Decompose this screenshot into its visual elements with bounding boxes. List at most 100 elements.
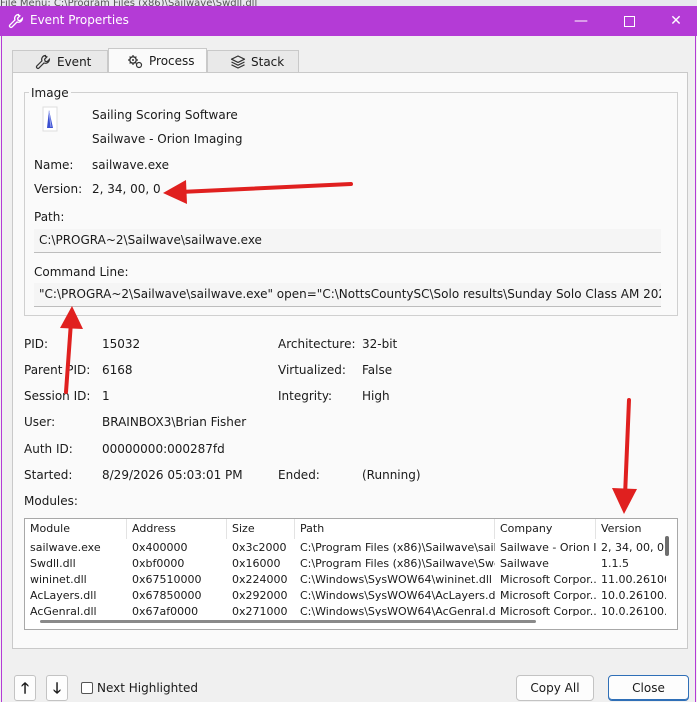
column-header-address[interactable]: Address bbox=[127, 519, 227, 539]
table-row[interactable]: AcLayers.dll 0x67850000 0x292000 C:\Wind… bbox=[25, 588, 677, 604]
cell-module: sailwave.exe bbox=[30, 541, 101, 554]
cell-size: 0x3c2000 bbox=[232, 541, 287, 554]
cell-path: C:\Program Files (x86)\Sailwave\sailw... bbox=[300, 541, 495, 554]
next-highlighted-checkbox[interactable] bbox=[81, 682, 93, 694]
image-group-label: Image bbox=[29, 86, 71, 100]
minimize-icon: — bbox=[574, 13, 588, 29]
session-id-label: Session ID: bbox=[24, 389, 91, 403]
gears-icon bbox=[128, 55, 143, 69]
stack-icon bbox=[230, 55, 246, 69]
cell-module: AcLayers.dll bbox=[30, 589, 97, 602]
cell-address: 0x400000 bbox=[132, 541, 188, 554]
cell-size: 0x224000 bbox=[232, 573, 288, 586]
command-line-field[interactable]: "C:\PROGRA~2\Sailwave\sailwave.exe" open… bbox=[34, 283, 661, 307]
modules-label: Modules: bbox=[24, 494, 78, 508]
ended-label: Ended: bbox=[278, 468, 320, 482]
ended-value: (Running) bbox=[362, 468, 421, 482]
cell-address: 0x67510000 bbox=[132, 573, 202, 586]
architecture-label: Architecture: bbox=[278, 337, 356, 351]
version-label: Version: bbox=[34, 182, 83, 196]
cell-version: 10.0.26100.9... bbox=[601, 605, 666, 616]
next-highlighted-label[interactable]: Next Highlighted bbox=[97, 681, 198, 695]
tab-stack-label: Stack bbox=[251, 55, 285, 69]
next-event-button[interactable]: 🡓 bbox=[46, 675, 68, 701]
wrench-icon bbox=[8, 13, 24, 29]
cell-version: 2, 34, 00, 0 bbox=[601, 541, 664, 554]
tab-process-label: Process bbox=[149, 54, 195, 68]
cell-version: 10.0.26100.9... bbox=[601, 589, 666, 602]
cell-company: Sailwave - Orion I... bbox=[500, 541, 596, 554]
parent-pid-label: Parent PID: bbox=[24, 363, 91, 377]
tab-event-label: Event bbox=[57, 55, 92, 69]
wrench-icon bbox=[35, 54, 51, 69]
maximize-icon bbox=[623, 15, 635, 27]
cell-company: Microsoft Corpor... bbox=[500, 589, 596, 602]
auth-id-label: Auth ID: bbox=[24, 442, 73, 456]
cell-address: 0x67af0000 bbox=[132, 605, 199, 616]
pid-value: 15032 bbox=[102, 337, 141, 351]
started-label: Started: bbox=[24, 468, 73, 482]
tab-event[interactable]: Event bbox=[12, 50, 108, 72]
cell-module: AcGenral.dll bbox=[30, 605, 97, 616]
cell-path: C:\Program Files (x86)\Sailwave\Swdll...… bbox=[300, 557, 495, 570]
close-button[interactable]: Close bbox=[608, 675, 689, 701]
cell-company: Microsoft Corpor... bbox=[500, 573, 596, 586]
started-value: 8/29/2026 05:03:01 PM bbox=[102, 468, 243, 482]
cell-size: 0x292000 bbox=[232, 589, 288, 602]
cell-path: C:\Windows\SysWOW64\wininet.dll bbox=[300, 573, 492, 586]
user-value: BRAINBOX3\Brian Fisher bbox=[102, 415, 247, 429]
cell-version: 1.1.5 bbox=[601, 557, 629, 570]
integrity-value: High bbox=[362, 389, 390, 403]
version-value: 2, 34, 00, 0 bbox=[92, 182, 161, 196]
name-value: sailwave.exe bbox=[92, 158, 170, 172]
command-line-label: Command Line: bbox=[34, 265, 129, 279]
path-field[interactable]: C:\PROGRA~2\Sailwave\sailwave.exe bbox=[34, 229, 661, 253]
cell-module: wininet.dll bbox=[30, 573, 87, 586]
table-row[interactable]: sailwave.exe 0x400000 0x3c2000 C:\Progra… bbox=[25, 540, 677, 556]
parent-pid-value: 6168 bbox=[102, 363, 133, 377]
maximize-button[interactable] bbox=[609, 10, 649, 32]
path-label: Path: bbox=[34, 210, 65, 224]
cell-path: C:\Windows\SysWOW64\AcLayers.dll bbox=[300, 589, 495, 602]
table-row[interactable]: AcGenral.dll 0x67af0000 0x271000 C:\Wind… bbox=[25, 604, 677, 616]
cell-company: Sailwave bbox=[500, 557, 549, 570]
copy-all-button[interactable]: Copy All bbox=[516, 675, 594, 701]
cell-address: 0xbf0000 bbox=[132, 557, 185, 570]
cell-path: C:\Windows\SysWOW64\AcGenral.dll bbox=[300, 605, 495, 616]
close-icon: ✕ bbox=[670, 13, 682, 29]
column-header-company[interactable]: Company bbox=[495, 519, 596, 539]
title-bar[interactable]: Event Properties — ✕ bbox=[0, 6, 697, 36]
vertical-scrollbar[interactable] bbox=[665, 536, 669, 556]
minimize-button[interactable]: — bbox=[561, 10, 601, 32]
cell-address: 0x67850000 bbox=[132, 589, 202, 602]
column-header-module[interactable]: Module bbox=[25, 519, 127, 539]
architecture-value: 32-bit bbox=[362, 337, 398, 351]
close-window-button[interactable]: ✕ bbox=[656, 10, 696, 32]
modules-table[interactable]: Module Address Size Path Company Version… bbox=[24, 518, 678, 630]
cell-module: Swdll.dll bbox=[30, 557, 76, 570]
cell-version: 11.00.26100... bbox=[601, 573, 666, 586]
cell-company: Microsoft Corpor... bbox=[500, 605, 596, 616]
column-header-size[interactable]: Size bbox=[227, 519, 295, 539]
session-id-value: 1 bbox=[102, 389, 110, 403]
tab-process[interactable]: Process bbox=[108, 48, 207, 73]
name-label: Name: bbox=[34, 158, 74, 172]
table-row[interactable]: Swdll.dll 0xbf0000 0x16000 C:\Program Fi… bbox=[25, 556, 677, 572]
integrity-label: Integrity: bbox=[278, 389, 333, 403]
virtualized-label: Virtualized: bbox=[278, 363, 346, 377]
tab-stack[interactable]: Stack bbox=[207, 50, 299, 72]
user-label: User: bbox=[24, 415, 56, 429]
company-description: Sailing Scoring Software bbox=[92, 108, 238, 122]
company-name: Sailwave - Orion Imaging bbox=[92, 132, 243, 146]
previous-event-button[interactable]: 🡑 bbox=[14, 675, 36, 701]
window-title: Event Properties bbox=[30, 13, 129, 27]
arrow-up-icon: 🡑 bbox=[21, 679, 29, 697]
horizontal-scrollbar[interactable] bbox=[40, 620, 536, 623]
cell-size: 0x16000 bbox=[232, 557, 281, 570]
table-row[interactable]: wininet.dll 0x67510000 0x224000 C:\Windo… bbox=[25, 572, 677, 588]
arrow-down-icon: 🡓 bbox=[53, 679, 61, 697]
app-image-icon bbox=[42, 106, 58, 132]
column-header-path[interactable]: Path bbox=[295, 519, 495, 539]
virtualized-value: False bbox=[362, 363, 393, 377]
auth-id-value: 00000000:000287fd bbox=[102, 442, 225, 456]
